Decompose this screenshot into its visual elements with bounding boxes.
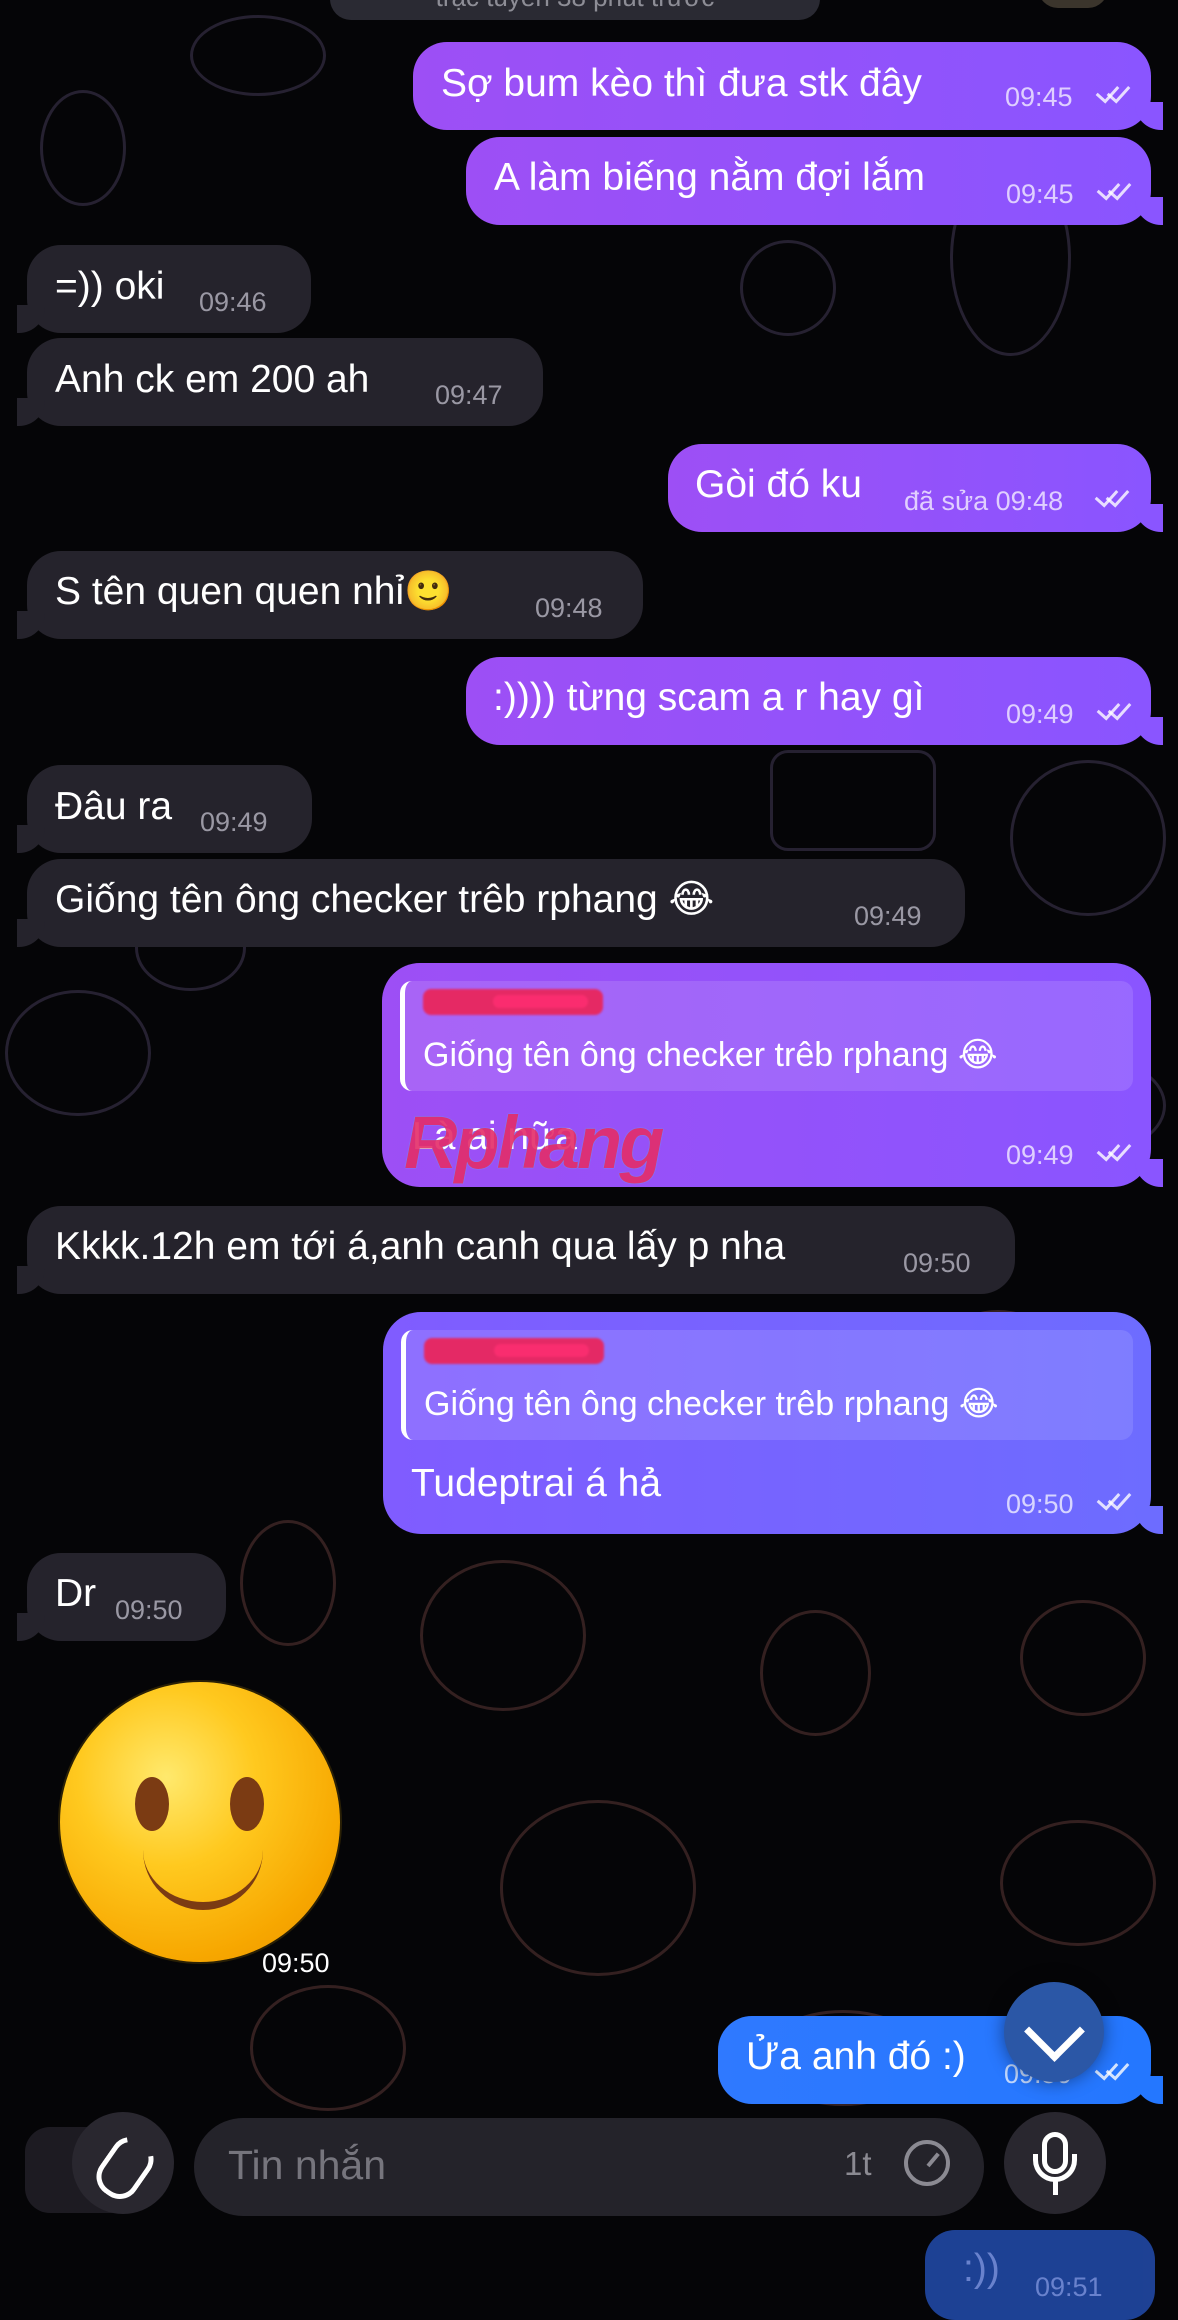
doodle-shape bbox=[240, 1520, 336, 1646]
online-status-pill: trạc tuyến 38 phút trước bbox=[330, 0, 820, 20]
message-text: Dr bbox=[55, 1572, 97, 1615]
redacted-reply-author bbox=[423, 989, 603, 1015]
message-text: :)) bbox=[963, 2247, 1000, 2290]
read-check-icon bbox=[1098, 702, 1132, 724]
online-status-text: trạc tuyến 38 phút trước bbox=[436, 0, 715, 12]
incoming-message[interactable]: S tên quen quen nhỉ🙂 09:48 bbox=[17, 551, 643, 639]
message-text: Giống tên ông checker trêb rphang 😂 bbox=[55, 878, 715, 921]
incoming-message[interactable]: Anh ck em 200 ah 09:47 bbox=[17, 338, 543, 426]
message-text: Tudeptrai á hả bbox=[411, 1462, 662, 1505]
outgoing-message[interactable]: Sợ bum kèo thì đưa stk đây 09:45 bbox=[413, 42, 1163, 130]
doodle-shape bbox=[740, 240, 836, 336]
doodle-shape bbox=[1000, 1820, 1156, 1946]
redacted-reply-author bbox=[424, 1338, 604, 1364]
outgoing-message[interactable]: Gòi đó ku đã sửa 09:48 bbox=[668, 444, 1163, 532]
message-text: S tên quen quen nhỉ🙂 bbox=[55, 570, 453, 613]
doodle-shape bbox=[420, 1560, 586, 1711]
doodle-shape bbox=[500, 1800, 696, 1976]
doodle-shape bbox=[40, 90, 126, 206]
outgoing-message[interactable]: A làm biếng nằm đợi lắm 09:45 bbox=[466, 137, 1163, 225]
top-status-bar: trạc tuyến 38 phút trước bbox=[0, 0, 1178, 28]
partially-hidden-outgoing-message: :)) 09:51 bbox=[925, 2230, 1155, 2320]
doodle-shape bbox=[760, 1610, 871, 1736]
message-time: 09:49 bbox=[1006, 1140, 1074, 1170]
timer-icon[interactable] bbox=[904, 2140, 950, 2186]
message-text: Sợ bum kèo thì đưa stk đây bbox=[441, 62, 922, 105]
quoted-message[interactable]: Giống tên ông checker trêb rphang 😂 bbox=[400, 981, 1133, 1091]
sticker-time: 09:50 bbox=[262, 1948, 330, 1978]
incoming-message[interactable]: Kkkk.12h em tới á,anh canh qua lấy p nha… bbox=[17, 1206, 1015, 1294]
outgoing-message[interactable]: :)))) từng scam a r hay gì 09:49 bbox=[466, 657, 1163, 745]
message-time: 09:49 bbox=[200, 807, 268, 837]
incoming-message[interactable]: Đâu ra 09:49 bbox=[17, 765, 312, 853]
doodle-shape bbox=[770, 750, 936, 851]
doodle-shape bbox=[1020, 1600, 1146, 1716]
quoted-message-text: Giống tên ông checker trêb rphang 😂 bbox=[424, 1385, 999, 1423]
sticker-right-eye bbox=[230, 1777, 264, 1831]
microphone-stem bbox=[1053, 2181, 1058, 2195]
read-check-icon bbox=[1096, 489, 1130, 511]
read-check-icon bbox=[1098, 1143, 1132, 1165]
microphone-stand bbox=[1033, 2154, 1077, 2182]
read-check-icon bbox=[1098, 182, 1132, 204]
doodle-shape bbox=[5, 990, 151, 1116]
incoming-message[interactable]: Giống tên ông checker trêb rphang 😂 09:4… bbox=[17, 859, 965, 947]
message-time: 09:45 bbox=[1005, 82, 1073, 112]
message-time: 09:50 bbox=[903, 1248, 971, 1278]
sticker-smile bbox=[143, 1844, 263, 1910]
message-text: =)) oki bbox=[55, 265, 165, 308]
paperclip-icon bbox=[88, 2129, 162, 2207]
quoted-message[interactable]: Giống tên ông checker trêb rphang 😂 bbox=[401, 1330, 1133, 1440]
scroll-down-button[interactable] bbox=[1004, 1982, 1104, 2082]
message-time: 09:50 bbox=[115, 1595, 183, 1625]
outgoing-reply-message[interactable]: Giống tên ông checker trêb rphang 😂 Tude… bbox=[383, 1312, 1163, 1534]
message-time: 09:51 bbox=[1035, 2272, 1103, 2302]
message-time: 09:50 bbox=[1006, 1489, 1074, 1519]
doodle-shape bbox=[1010, 760, 1166, 916]
message-text: Đâu ra bbox=[55, 785, 173, 828]
message-text: A làm biếng nằm đợi lắm bbox=[494, 156, 925, 199]
read-check-icon bbox=[1098, 1492, 1132, 1514]
auto-delete-timer[interactable]: 1t bbox=[844, 2145, 872, 2183]
read-check-icon bbox=[1096, 2062, 1130, 2084]
message-text: Ửa anh đó :) bbox=[746, 2035, 966, 2078]
message-text: :)))) từng scam a r hay gì bbox=[493, 676, 925, 719]
message-time: đã sửa 09:48 bbox=[904, 486, 1064, 516]
message-text: Kkkk.12h em tới á,anh canh qua lấy p nha bbox=[55, 1225, 786, 1268]
incoming-message[interactable]: Dr 09:50 bbox=[17, 1553, 226, 1641]
chevron-down-icon bbox=[1024, 2001, 1085, 2062]
avatar[interactable] bbox=[1038, 0, 1108, 8]
message-time: 09:49 bbox=[854, 901, 922, 931]
slightly-smiling-face-sticker[interactable] bbox=[60, 1682, 340, 1962]
read-check-icon bbox=[1097, 85, 1131, 107]
message-time: 09:47 bbox=[435, 380, 503, 410]
message-time: 09:49 bbox=[1006, 699, 1074, 729]
message-placeholder: Tin nhắn bbox=[228, 2142, 387, 2188]
message-composer: Tin nhắn 1t bbox=[0, 2112, 1178, 2232]
message-input[interactable]: Tin nhắn 1t bbox=[194, 2118, 984, 2216]
message-text: Anh ck em 200 ah bbox=[55, 358, 370, 401]
message-time: 09:45 bbox=[1006, 179, 1074, 209]
voice-message-button[interactable] bbox=[1004, 2112, 1106, 2214]
attach-button[interactable] bbox=[72, 2112, 174, 2214]
watermark-logo: Rphang bbox=[404, 1100, 764, 1195]
watermark-text: Rphang bbox=[404, 1101, 664, 1184]
incoming-message[interactable]: =)) oki 09:46 bbox=[17, 245, 311, 333]
message-time: 09:48 bbox=[535, 593, 603, 623]
quoted-message-text: Giống tên ông checker trêb rphang 😂 bbox=[423, 1036, 998, 1074]
sticker-left-eye bbox=[135, 1777, 169, 1831]
message-time: 09:46 bbox=[199, 287, 267, 317]
message-text: Gòi đó ku bbox=[695, 463, 862, 506]
doodle-shape bbox=[250, 1985, 406, 2111]
